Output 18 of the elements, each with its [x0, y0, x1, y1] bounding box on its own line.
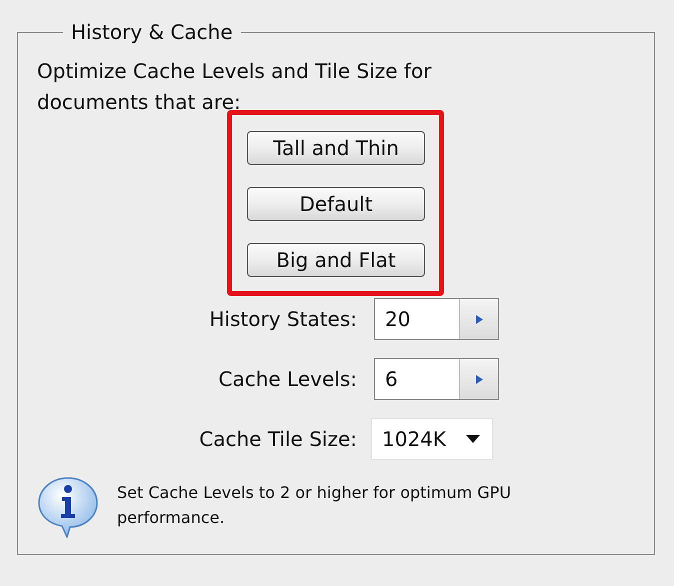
- number-field[interactable]: 20: [374, 298, 499, 340]
- preset-button[interactable]: Tall and Thin: [247, 131, 425, 165]
- field-label: History States:: [209, 307, 357, 331]
- field-label: Cache Tile Size:: [199, 427, 357, 451]
- info-text: Set Cache Levels to 2 or higher for optimum GPU performance.: [117, 482, 512, 529]
- info-icon: [37, 476, 99, 538]
- preset-button[interactable]: Default: [247, 187, 425, 221]
- preset-button[interactable]: Big and Flat: [247, 243, 425, 277]
- intro-text: Optimize Cache Levels and Tile Size for documents that are:: [37, 58, 432, 116]
- dropdown[interactable]: 1024K: [371, 418, 493, 460]
- field-label: Cache Levels:: [218, 367, 357, 391]
- group-title: History & Cache: [70, 20, 234, 44]
- number-field[interactable]: 6: [374, 358, 499, 400]
- arrow-right-icon: [476, 314, 482, 324]
- caret-icon: [466, 435, 480, 443]
- arrow-right-icon: [476, 374, 482, 384]
- stepper-button[interactable]: [459, 299, 498, 339]
- stepper-button[interactable]: [459, 359, 498, 399]
